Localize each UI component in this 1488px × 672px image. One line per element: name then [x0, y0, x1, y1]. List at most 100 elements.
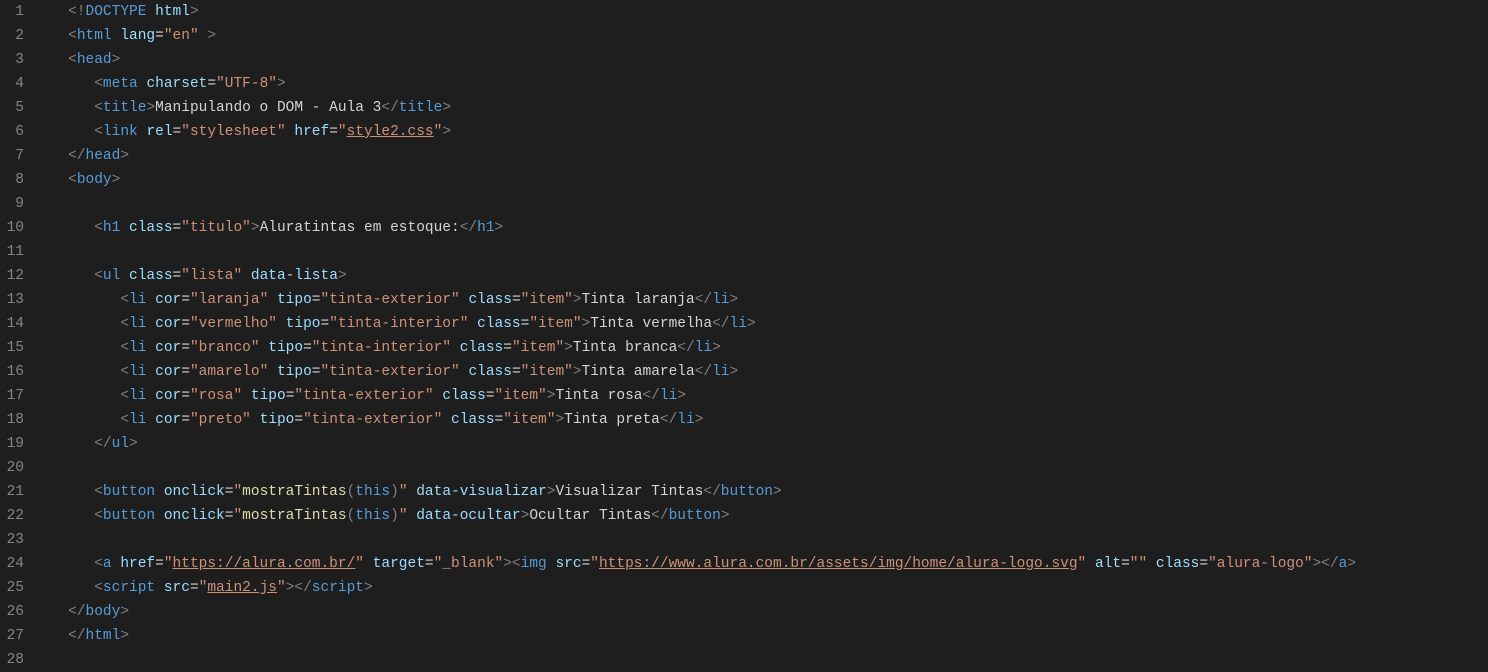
token: class [460, 340, 504, 356]
token: = [181, 340, 190, 356]
line-number: 28 [0, 648, 24, 672]
token [120, 268, 129, 284]
code-line[interactable]: <html lang="en" > [42, 24, 1468, 48]
token: li [677, 412, 694, 428]
code-editor-area[interactable]: <!DOCTYPE html> <html lang="en" > <head>… [42, 0, 1488, 672]
token: >< [503, 556, 520, 572]
token: ul [103, 268, 120, 284]
token: html [155, 4, 190, 20]
token: " [399, 484, 408, 500]
token: > [773, 484, 782, 500]
token: "item" [503, 412, 555, 428]
token [146, 364, 155, 380]
token: ) [390, 484, 399, 500]
code-line[interactable]: <a href="https://alura.com.br/" target="… [42, 552, 1468, 576]
token: li [129, 292, 146, 308]
line-number: 7 [0, 144, 24, 168]
code-line[interactable] [42, 240, 1468, 264]
token: rel [146, 124, 172, 140]
token: > [338, 268, 347, 284]
token: html [86, 628, 121, 644]
line-number: 1 [0, 0, 24, 24]
code-line[interactable]: <meta charset="UTF-8"> [42, 72, 1468, 96]
code-line[interactable]: <body> [42, 168, 1468, 192]
token: " [1078, 556, 1087, 572]
token: </ [651, 508, 668, 524]
token [146, 412, 155, 428]
line-number: 8 [0, 168, 24, 192]
code-line[interactable]: </body> [42, 600, 1468, 624]
code-line[interactable]: <h1 class="titulo">Aluratintas em estoqu… [42, 216, 1468, 240]
token: cor [155, 412, 181, 428]
token: li [660, 388, 677, 404]
token: link [103, 124, 138, 140]
code-line[interactable]: </html> [42, 624, 1468, 648]
token: < [94, 484, 103, 500]
code-line[interactable]: <li cor="preto" tipo="tinta-exterior" cl… [42, 408, 1468, 432]
token: onclick [164, 484, 225, 500]
line-number: 6 [0, 120, 24, 144]
token: class [468, 364, 512, 380]
token: lang [120, 28, 155, 44]
token: = [503, 340, 512, 356]
token: > [146, 100, 155, 116]
token: "tinta-exterior" [303, 412, 442, 428]
code-line[interactable] [42, 648, 1468, 672]
token: "amarelo" [190, 364, 268, 380]
token: </ [703, 484, 720, 500]
code-line[interactable]: <ul class="lista" data-lista> [42, 264, 1468, 288]
token: title [399, 100, 443, 116]
token: = [303, 340, 312, 356]
code-line[interactable]: <li cor="amarelo" tipo="tinta-exterior" … [42, 360, 1468, 384]
token: = [495, 412, 504, 428]
line-number: 27 [0, 624, 24, 648]
code-line[interactable]: <head> [42, 48, 1468, 72]
token: > [730, 292, 739, 308]
line-number: 21 [0, 480, 24, 504]
code-line[interactable]: <button onclick="mostraTintas(this)" dat… [42, 504, 1468, 528]
line-number: 12 [0, 264, 24, 288]
token: = [181, 364, 190, 380]
code-line[interactable] [42, 456, 1468, 480]
code-line[interactable]: <button onclick="mostraTintas(this)" dat… [42, 480, 1468, 504]
token: < [94, 580, 103, 596]
code-line[interactable]: <li cor="laranja" tipo="tinta-exterior" … [42, 288, 1468, 312]
token: src [555, 556, 581, 572]
line-number: 16 [0, 360, 24, 384]
code-line[interactable]: <li cor="rosa" tipo="tinta-exterior" cla… [42, 384, 1468, 408]
token: cor [155, 316, 181, 332]
token [155, 580, 164, 596]
code-line[interactable] [42, 528, 1468, 552]
token [146, 316, 155, 332]
token: https://www.alura.com.br/assets/img/home… [599, 556, 1078, 572]
code-line[interactable]: <link rel="stylesheet" href="style2.css"… [42, 120, 1468, 144]
token: > [120, 604, 129, 620]
token: "tinta-exterior" [321, 364, 460, 380]
token: href [120, 556, 155, 572]
code-line[interactable]: </ul> [42, 432, 1468, 456]
line-number: 18 [0, 408, 24, 432]
token: Tinta vermelha [590, 316, 712, 332]
line-number: 20 [0, 456, 24, 480]
code-line[interactable]: <li cor="vermelho" tipo="tinta-interior"… [42, 312, 1468, 336]
token: > [712, 340, 721, 356]
token: = [312, 292, 321, 308]
token: ( [347, 484, 356, 500]
token: = [425, 556, 434, 572]
token: onclick [164, 508, 225, 524]
token: > [277, 76, 286, 92]
code-line[interactable]: </head> [42, 144, 1468, 168]
code-line[interactable]: <!DOCTYPE html> [42, 0, 1468, 24]
token [120, 220, 129, 236]
token: a [103, 556, 112, 572]
line-number: 5 [0, 96, 24, 120]
token: "tinta-exterior" [294, 388, 433, 404]
code-line[interactable]: <script src="main2.js"></script> [42, 576, 1468, 600]
line-number: 10 [0, 216, 24, 240]
token: > [1347, 556, 1356, 572]
code-line[interactable]: <title>Manipulando o DOM - Aula 3</title… [42, 96, 1468, 120]
token: "preto" [190, 412, 251, 428]
token: Ocultar Tintas [529, 508, 651, 524]
code-line[interactable]: <li cor="branco" tipo="tinta-interior" c… [42, 336, 1468, 360]
code-line[interactable] [42, 192, 1468, 216]
